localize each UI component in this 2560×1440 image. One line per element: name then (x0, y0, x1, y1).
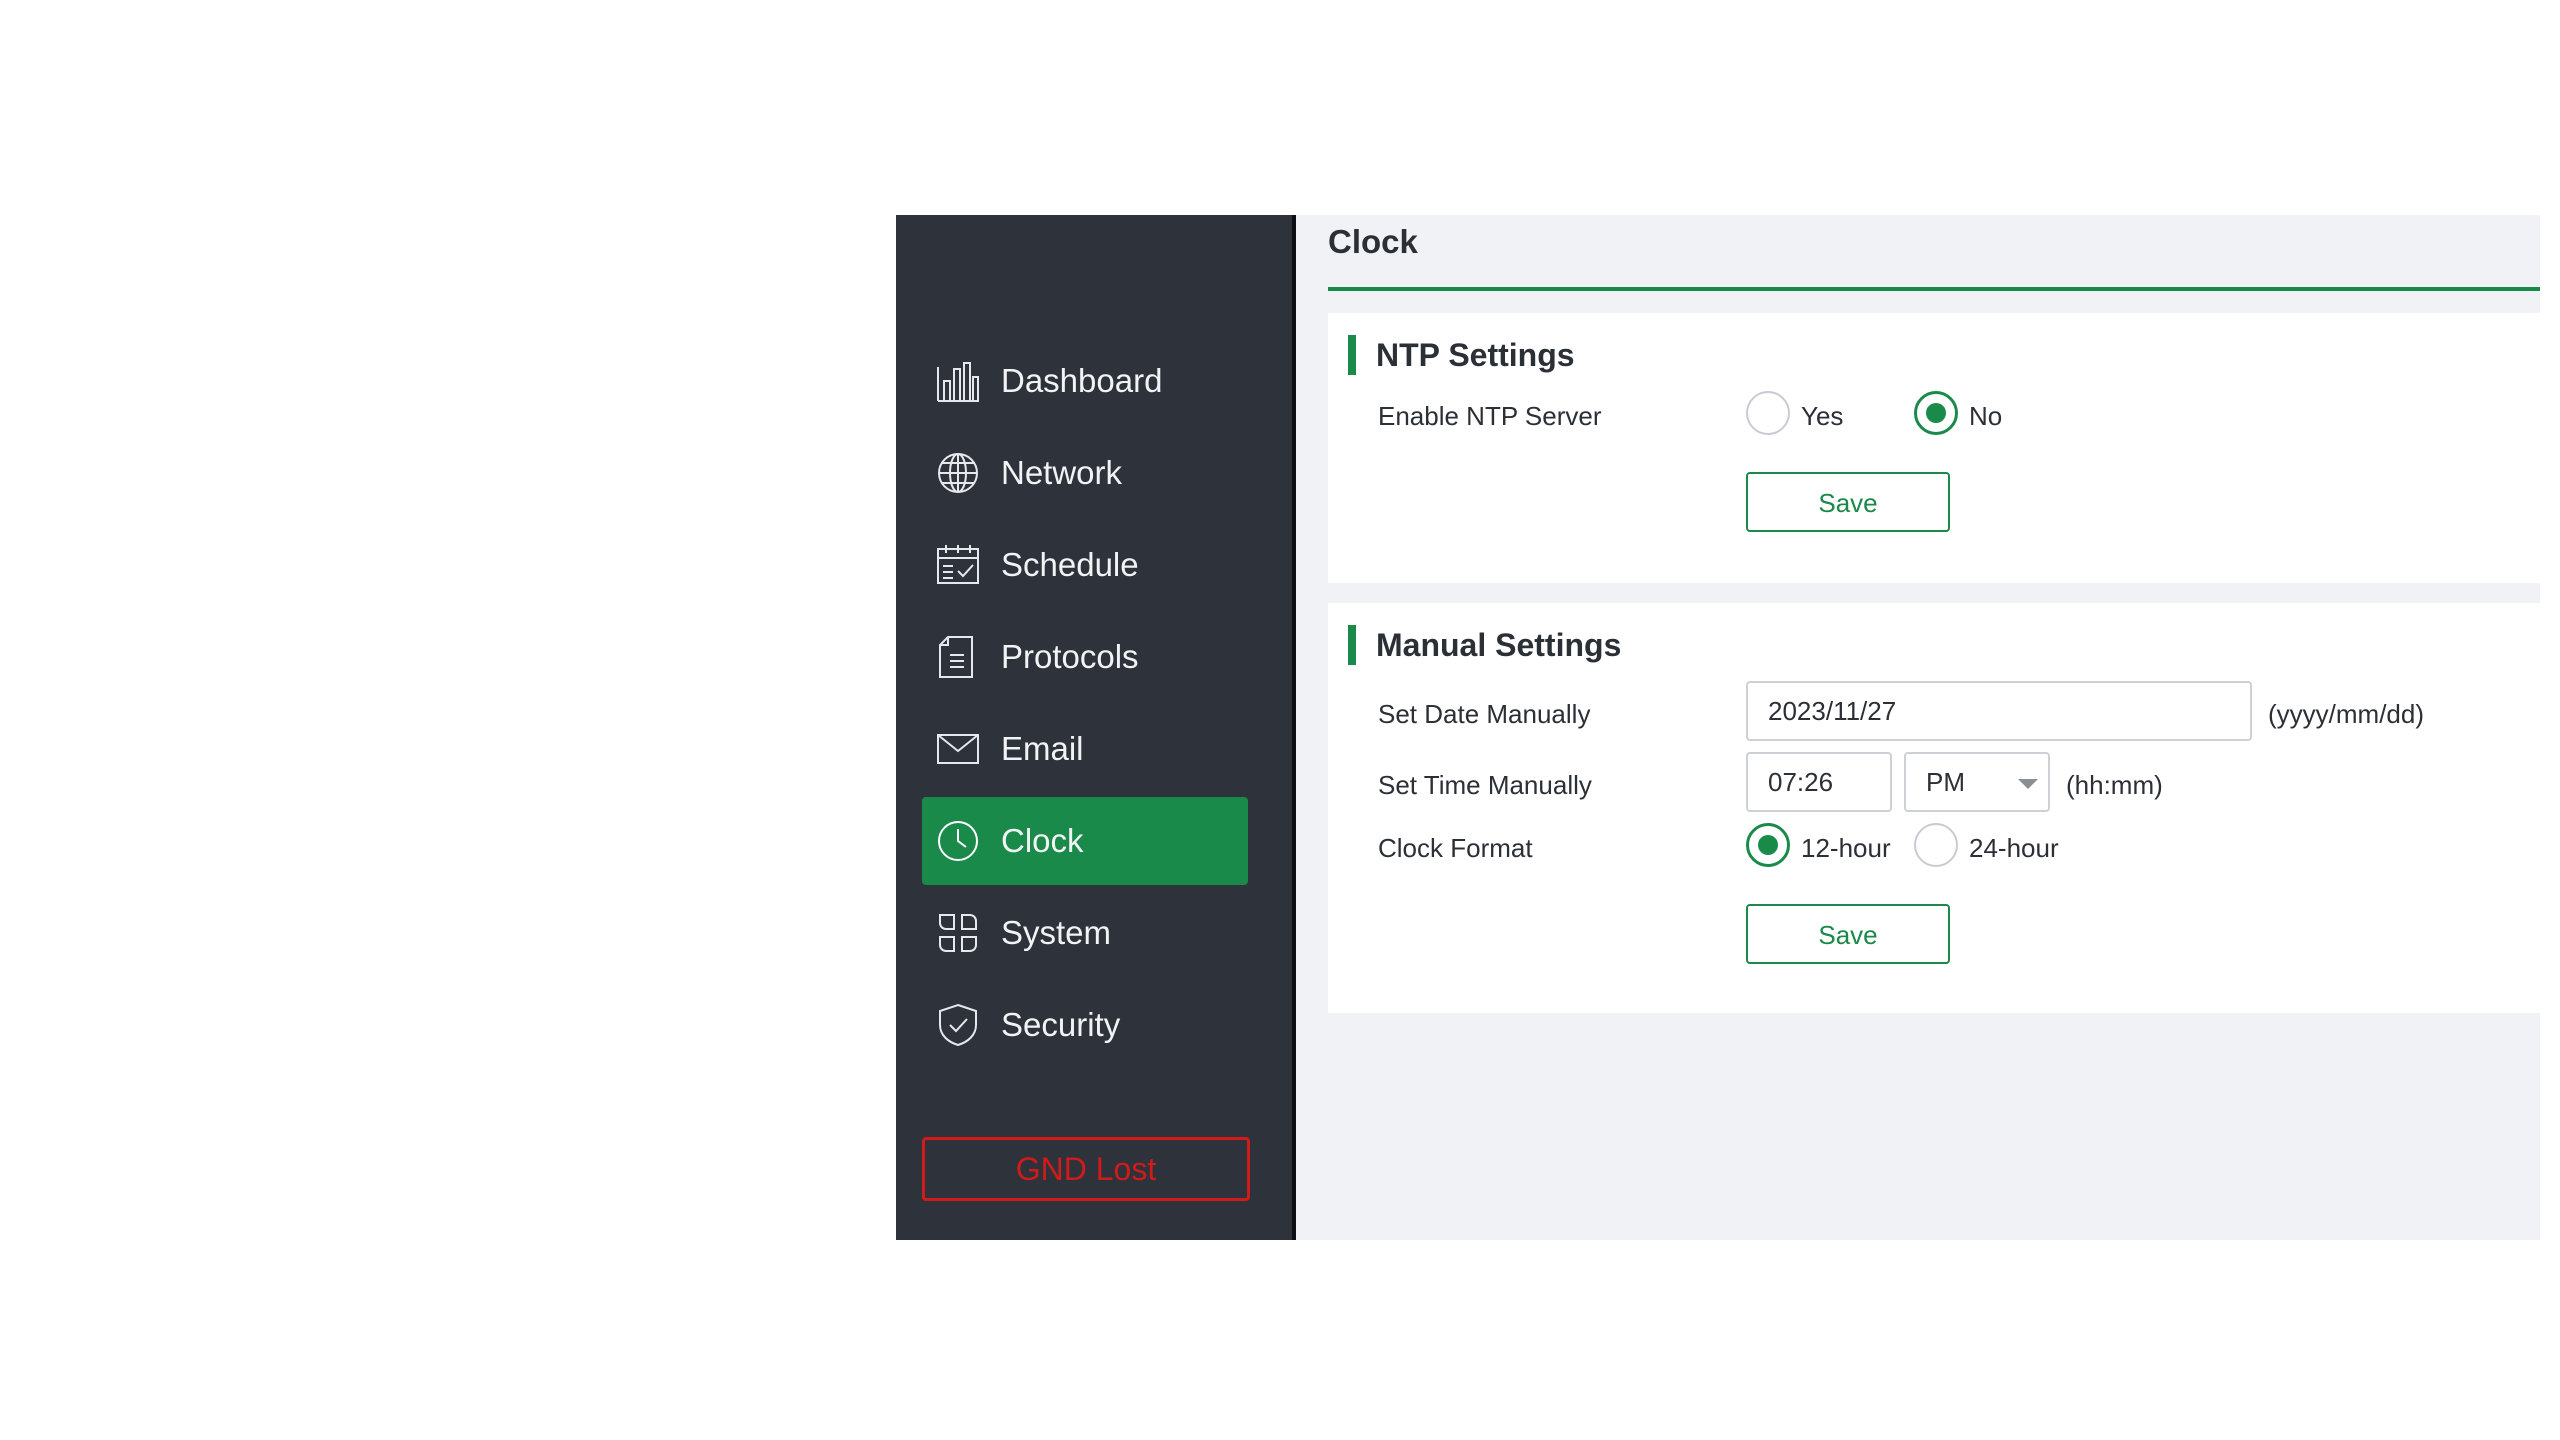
gnd-status-badge: GND Lost (922, 1137, 1250, 1201)
section-accent-bar (1348, 625, 1356, 665)
sidebar-item-dashboard[interactable]: Dashboard (922, 337, 1248, 425)
date-label: Set Date Manually (1378, 699, 1591, 729)
bar-chart-icon (936, 359, 980, 403)
chevron-down-icon (2018, 779, 2038, 789)
ntp-settings-panel: NTP Settings Enable NTP Server Yes No Sa… (1328, 313, 2540, 583)
sidebar-item-clock[interactable]: Clock (922, 797, 1248, 885)
ntp-yes-radio[interactable] (1746, 391, 1790, 435)
page-title: Clock (1328, 223, 1418, 260)
grid-icon (936, 911, 980, 955)
format-12-hour-label: 12-hour (1801, 833, 1891, 863)
envelope-icon (936, 727, 980, 771)
clock-icon (936, 819, 980, 863)
sidebar-item-label: Clock (1001, 822, 1084, 859)
sidebar-nav: Dashboard Network Schedule Protocols Ema… (922, 337, 1248, 1073)
enable-ntp-label: Enable NTP Server (1378, 401, 1602, 431)
time-format-hint: (hh:mm) (2066, 770, 2163, 800)
sidebar-item-label: Email (1001, 730, 1084, 767)
sidebar-item-security[interactable]: Security (922, 981, 1248, 1069)
ntp-yes-label: Yes (1801, 401, 1844, 431)
ampm-value: PM (1926, 767, 1965, 797)
manual-section-title: Manual Settings (1376, 627, 1622, 663)
ntp-no-label: No (1969, 401, 2003, 431)
time-label: Set Time Manually (1378, 770, 1592, 800)
clock-format-label: Clock Format (1378, 833, 1533, 863)
sidebar: Dashboard Network Schedule Protocols Ema… (896, 215, 1292, 1240)
app-window: Dashboard Network Schedule Protocols Ema… (896, 215, 2540, 1240)
time-input[interactable]: 07:26 (1746, 752, 1892, 812)
main-content: Clock NTP Settings Enable NTP Server Yes… (1296, 215, 2540, 1240)
sidebar-item-protocols[interactable]: Protocols (922, 613, 1248, 701)
title-divider (1328, 287, 2540, 291)
calendar-check-icon (936, 543, 980, 587)
sidebar-item-label: Security (1001, 1006, 1121, 1043)
ntp-save-button[interactable]: Save (1746, 472, 1950, 532)
format-24-hour-label: 24-hour (1969, 833, 2059, 863)
manual-settings-panel: Manual Settings Set Date Manually 2023/1… (1328, 603, 2540, 1013)
sidebar-item-network[interactable]: Network (922, 429, 1248, 517)
ampm-select[interactable]: PM (1904, 752, 2050, 812)
date-format-hint: (yyyy/mm/dd) (2268, 699, 2424, 729)
manual-save-button[interactable]: Save (1746, 904, 1950, 964)
format-24-hour-radio[interactable] (1914, 823, 1958, 867)
sidebar-item-label: Protocols (1001, 638, 1139, 675)
sidebar-item-schedule[interactable]: Schedule (922, 521, 1248, 609)
sidebar-item-label: Network (1001, 454, 1123, 491)
sidebar-item-label: Dashboard (1001, 362, 1163, 399)
date-input[interactable]: 2023/11/27 (1746, 681, 2252, 741)
sidebar-item-system[interactable]: System (922, 889, 1248, 977)
format-12-hour-radio[interactable] (1746, 823, 1790, 867)
shield-check-icon (936, 1003, 980, 1047)
globe-icon (936, 451, 980, 495)
ntp-no-radio[interactable] (1914, 391, 1958, 435)
ntp-section-title: NTP Settings (1376, 337, 1575, 373)
sidebar-item-label: System (1001, 914, 1112, 951)
document-icon (936, 635, 980, 679)
section-accent-bar (1348, 335, 1356, 375)
sidebar-item-email[interactable]: Email (922, 705, 1248, 793)
sidebar-item-label: Schedule (1001, 546, 1139, 583)
